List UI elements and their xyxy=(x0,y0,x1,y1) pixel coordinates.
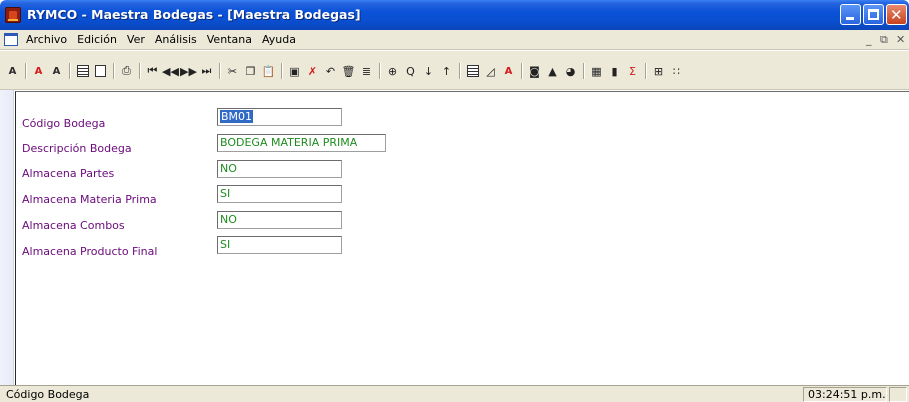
toolbar: A A A ⎙ ⏮ ◀◀ ▶▶ ⏭ ✂ ❐ 📋 ▣ ✗ ↶ 🗑 ≣ ⊕ Q ↓ ↑ ◿ A ◙ ▲ ◕ ▦ ▮ Σ ⊞ ∷ xyxy=(0,51,909,90)
more-icon[interactable]: ∷ xyxy=(668,63,685,79)
toolbar-separator xyxy=(580,63,587,79)
landscape-icon[interactable]: ▲ xyxy=(544,63,561,79)
grid-icon[interactable] xyxy=(74,63,91,79)
bar-chart-icon[interactable]: ▮ xyxy=(606,63,623,79)
camera-icon[interactable]: ◙ xyxy=(526,63,543,79)
filter-icon[interactable]: A xyxy=(4,63,21,79)
toolbar-separator xyxy=(456,63,463,79)
toolbar-separator xyxy=(642,63,649,79)
sort-ascending-icon[interactable]: ↓ xyxy=(420,63,437,79)
mdi-restore-button[interactable]: ⧉ xyxy=(880,33,888,47)
cut-icon[interactable]: ✂ xyxy=(224,63,241,79)
close-icon: ✕ xyxy=(890,6,903,24)
label-descripcion-bodega: Descripción Bodega xyxy=(22,142,132,155)
toolbar-separator xyxy=(376,63,383,79)
toolbar-separator xyxy=(136,63,143,79)
sum-icon[interactable]: Σ xyxy=(624,63,641,79)
menu-ver[interactable]: Ver xyxy=(127,33,145,46)
codigo-bodega-value: BM01 xyxy=(220,110,254,123)
menu-bar: Archivo Edición Ver Análisis Ventana Ayu… xyxy=(0,30,909,50)
delete-icon[interactable]: 🗑 xyxy=(340,63,357,79)
app-icon[interactable] xyxy=(5,7,21,23)
toolbar-separator xyxy=(66,63,73,79)
first-record-icon[interactable]: ⏮ xyxy=(144,63,161,79)
next-record-icon[interactable]: ▶▶ xyxy=(180,63,197,79)
table-icon[interactable] xyxy=(464,63,481,79)
toolbar-separator xyxy=(216,63,223,79)
menu-analisis[interactable]: Análisis xyxy=(155,33,197,46)
color-font-icon[interactable]: A xyxy=(500,63,517,79)
zoom-out-icon[interactable]: Q xyxy=(402,63,419,79)
maximize-button[interactable] xyxy=(863,4,884,25)
mdi-minimize-button[interactable]: _ xyxy=(866,33,872,46)
toolbar-separator xyxy=(110,63,117,79)
cancel-icon[interactable]: ✗ xyxy=(304,63,321,79)
status-time: 03:24:51 p.m. xyxy=(803,387,887,402)
minimize-button[interactable] xyxy=(840,4,861,25)
paste-icon[interactable]: 📋 xyxy=(260,63,277,79)
mdi-close-button[interactable]: ✕ xyxy=(896,33,905,46)
calculator-icon[interactable]: ▦ xyxy=(588,63,605,79)
font-bold-icon[interactable]: A xyxy=(48,63,65,79)
window-title: RYMCO - Maestra Bodegas - [Maestra Bodeg… xyxy=(27,7,361,22)
menu-archivo[interactable]: Archivo xyxy=(26,33,67,46)
save-icon[interactable]: ▣ xyxy=(286,63,303,79)
toolbar-items: A A A ⎙ ⏮ ◀◀ ▶▶ ⏭ ✂ ❐ 📋 ▣ ✗ ↶ 🗑 ≣ ⊕ Q ↓ ↑ ◿ A ◙ ▲ ◕ ▦ ▮ Σ ⊞ ∷ xyxy=(4,62,686,80)
menu-ventana[interactable]: Ventana xyxy=(207,33,252,46)
close-button[interactable]: ✕ xyxy=(886,4,907,25)
almacena-producto-final-field[interactable]: SI xyxy=(217,236,342,254)
previous-record-icon[interactable]: ◀◀ xyxy=(162,63,179,79)
list-icon[interactable]: ≣ xyxy=(358,63,375,79)
maximize-icon xyxy=(868,9,879,20)
left-gutter xyxy=(0,90,14,385)
almacena-partes-field[interactable]: NO xyxy=(217,160,342,178)
label-codigo-bodega: Código Bodega xyxy=(22,117,106,130)
label-almacena-combos: Almacena Combos xyxy=(22,219,125,232)
label-almacena-partes: Almacena Partes xyxy=(22,167,115,180)
font-red-icon[interactable]: A xyxy=(30,63,47,79)
label-almacena-producto-final: Almacena Producto Final xyxy=(22,245,158,258)
form-icon[interactable] xyxy=(92,63,109,79)
zoom-in-icon[interactable]: ⊕ xyxy=(384,63,401,79)
status-message: Código Bodega xyxy=(6,388,90,401)
last-record-icon[interactable]: ⏭ xyxy=(198,63,215,79)
copy-icon[interactable]: ❐ xyxy=(242,63,259,79)
pie-icon[interactable]: ◕ xyxy=(562,63,579,79)
almacena-materia-prima-field[interactable]: SI xyxy=(217,185,342,203)
menu-items: Archivo Edición Ver Análisis Ventana Ayu… xyxy=(26,33,296,46)
tree-icon[interactable]: ⊞ xyxy=(650,63,667,79)
form-area: Código Bodega BM01 Descripción Bodega BO… xyxy=(15,91,909,385)
title-bar: RYMCO - Maestra Bodegas - [Maestra Bodeg… xyxy=(0,0,909,30)
status-bar: Código Bodega 03:24:51 p.m. xyxy=(0,385,909,402)
chart-area-icon[interactable]: ◿ xyxy=(482,63,499,79)
minimize-icon xyxy=(846,17,854,20)
toolbar-separator xyxy=(278,63,285,79)
codigo-bodega-field[interactable]: BM01 xyxy=(217,108,342,126)
print-icon[interactable]: ⎙ xyxy=(118,63,135,79)
toolbar-separator xyxy=(518,63,525,79)
toolbar-separator xyxy=(22,63,29,79)
descripcion-bodega-field[interactable]: BODEGA MATERIA PRIMA xyxy=(217,134,386,152)
document-icon[interactable] xyxy=(4,33,18,46)
menu-edicion[interactable]: Edición xyxy=(77,33,117,46)
almacena-combos-field[interactable]: NO xyxy=(217,211,342,229)
status-panel xyxy=(889,387,907,402)
sort-descending-icon[interactable]: ↑ xyxy=(438,63,455,79)
menu-ayuda[interactable]: Ayuda xyxy=(262,33,296,46)
undo-icon[interactable]: ↶ xyxy=(322,63,339,79)
label-almacena-materia-prima: Almacena Materia Prima xyxy=(22,193,157,206)
